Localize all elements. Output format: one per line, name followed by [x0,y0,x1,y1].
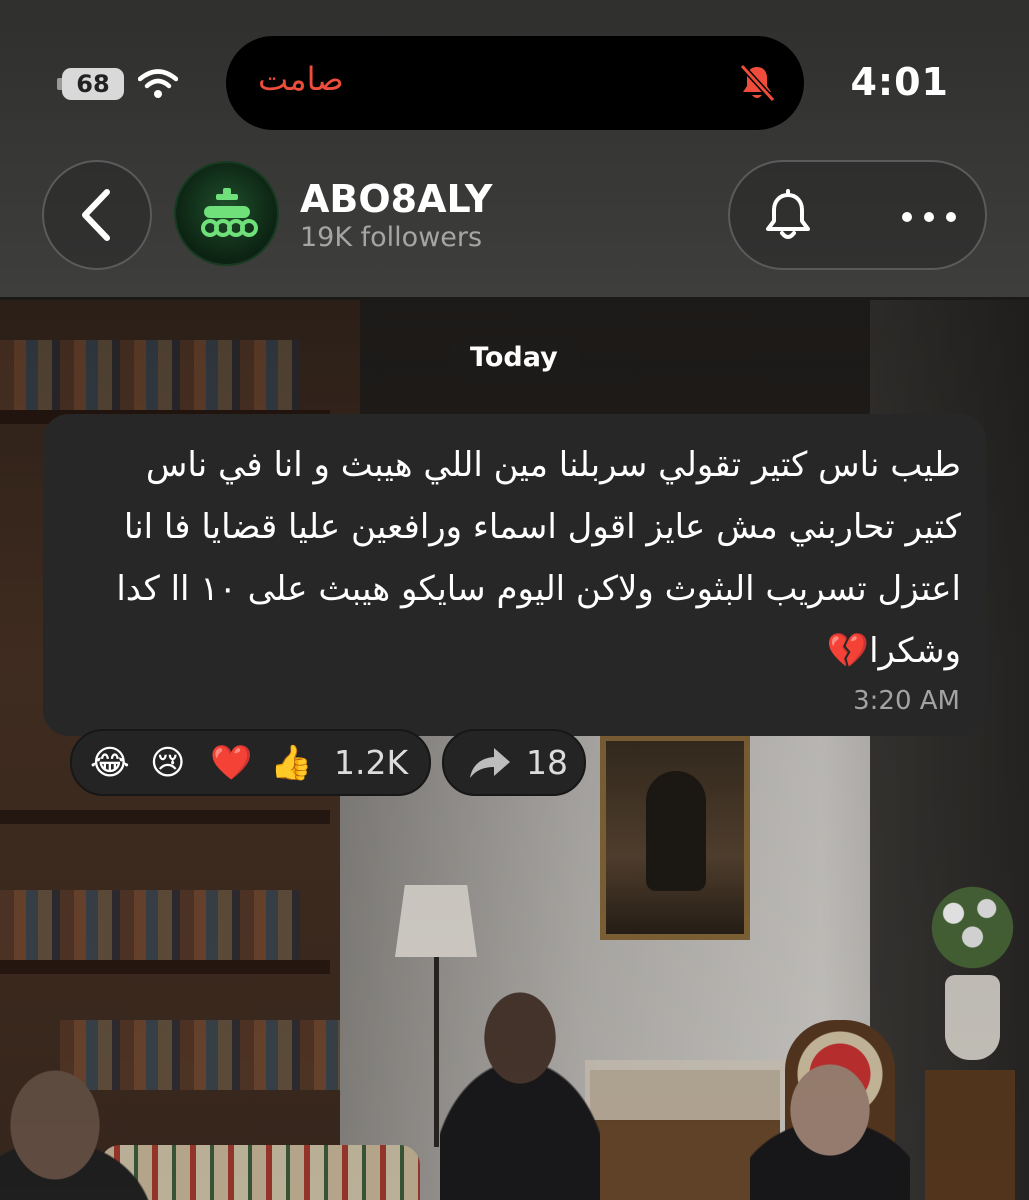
follower-count: 19K followers [300,222,483,253]
battery-level: 68 [76,70,110,98]
back-button[interactable] [42,160,152,270]
brass-knuckles-logo-icon [200,187,258,237]
heart-emoji-icon: ❤️ [210,742,253,783]
bell-slash-icon [739,63,776,103]
chevron-left-icon [82,189,110,241]
more-options-button[interactable] [890,189,968,245]
battery-indicator: 68 [62,68,124,100]
notifications-button[interactable] [760,189,816,245]
channel-name[interactable]: ABO8ALY [300,177,492,221]
reactions-pill[interactable]: 😂 😢 ❤️ 👍 1.2K [70,729,431,796]
dynamic-island[interactable]: صامت [226,36,804,130]
wifi-icon [138,69,178,98]
thumbs-up-emoji-icon: 👍 [270,742,313,783]
message-text: طيب ناس كتير تقولي سربلنا مين اللي هيبث … [116,445,961,671]
reaction-count: 1.2K [334,743,409,782]
share-button[interactable]: 18 [442,729,586,796]
channel-avatar[interactable] [176,163,277,264]
date-separator: Today [448,333,580,381]
share-count: 18 [526,743,568,782]
crying-emoji-icon: 😢 [150,742,186,783]
header-bar: 68 صامت 4:01 ABO8ALY 19K followers [0,0,1029,297]
message-bubble[interactable]: طيب ناس كتير تقولي سربلنا مين اللي هيبث … [43,414,986,736]
bell-icon [766,189,810,239]
status-time: 4:01 [850,60,949,104]
message-timestamp: 3:20 AM [853,686,960,716]
ellipsis-icon [902,212,956,222]
silent-mode-label: صامت [258,60,344,98]
share-arrow-icon [470,747,510,778]
header-actions [728,160,987,270]
laughing-emoji-icon: 😂 [90,742,130,783]
